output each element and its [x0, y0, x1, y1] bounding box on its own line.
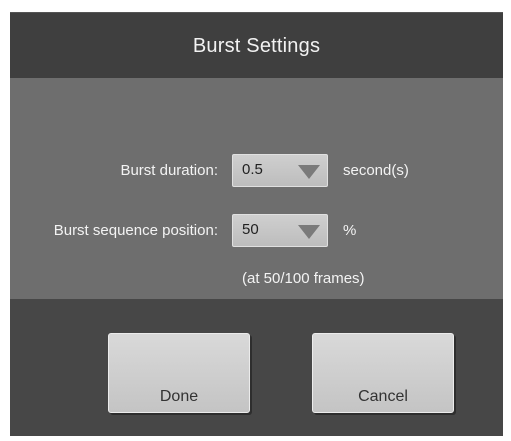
burst-duration-label: Burst duration: [120, 162, 218, 179]
burst-duration-unit: second(s) [343, 162, 409, 179]
dialog-title: Burst Settings [192, 35, 321, 57]
cancel-button[interactable]: Cancel [312, 333, 454, 413]
burst-sequence-position-dropdown[interactable]: 50 [232, 214, 328, 247]
chevron-down-icon[interactable] [298, 225, 320, 239]
burst-sequence-position-label: Burst sequence position: [53, 222, 218, 239]
burst-duration-value: 0.5 [242, 161, 263, 178]
burst-sequence-position-value: 50 [242, 221, 259, 238]
settings-panel: Burst duration: 0.5 second(s) Burst sequ… [10, 78, 503, 299]
burst-sequence-position-unit: % [343, 222, 357, 239]
burst-duration-dropdown[interactable]: 0.5 [232, 154, 328, 187]
chevron-down-icon[interactable] [298, 165, 320, 179]
cancel-button-label: Cancel [358, 388, 408, 405]
burst-settings-dialog: Burst Settings Burst duration: 0.5 secon… [10, 12, 503, 436]
frames-note: (at 50/100 frames) [242, 270, 365, 287]
done-button-label: Done [159, 388, 199, 405]
done-button[interactable]: Done [108, 333, 250, 413]
title-bar: Burst Settings [10, 12, 503, 78]
